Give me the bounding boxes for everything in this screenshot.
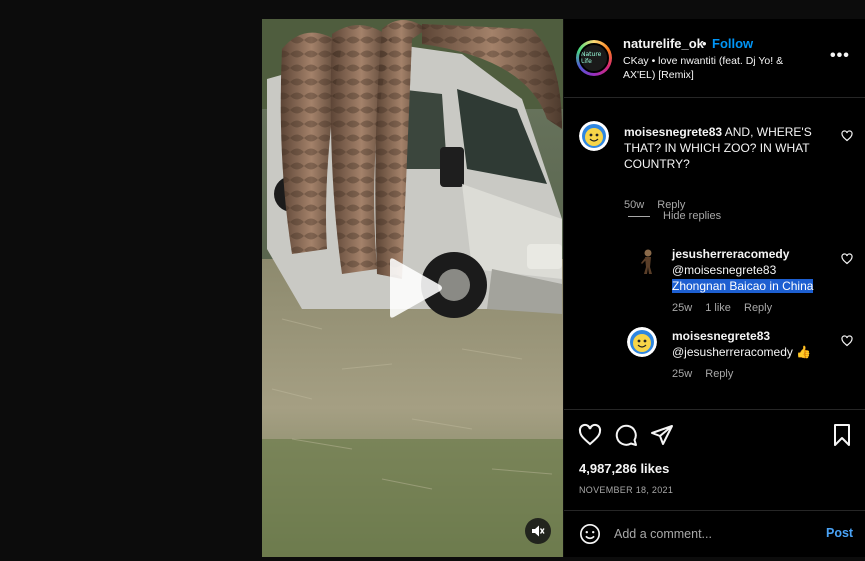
post-video[interactable] [262, 19, 563, 557]
emoji-picker-icon[interactable] [579, 523, 601, 545]
smiley-face-icon [627, 327, 657, 357]
add-comment-bar: Post [564, 510, 865, 557]
like-reply-heart-icon[interactable] [841, 335, 853, 347]
thumbs-up-emoji: 👍 [796, 345, 812, 359]
reply-username[interactable]: jesusherreracomedy [672, 246, 832, 262]
reply-text-selected: Zhongnan Baicao in China [672, 279, 814, 293]
post-date: NOVEMBER 18, 2021 [579, 485, 674, 495]
reply-mention[interactable]: @moisesnegrete83 [672, 262, 832, 278]
play-icon [390, 258, 442, 318]
audio-track[interactable]: CKay • love nwantiti (feat. Dj Yo! & AX'… [623, 54, 798, 82]
separator-dot: • [702, 36, 707, 51]
reply-avatar[interactable] [633, 245, 663, 275]
person-silhouette-icon [633, 245, 663, 275]
play-button[interactable] [384, 257, 444, 319]
author-avatar[interactable]: Nature Life [576, 40, 612, 76]
comments-list[interactable]: Reply moisesnegrete83 AND, WHERE'S THAT?… [564, 99, 865, 409]
more-options-icon[interactable]: ••• [830, 47, 850, 65]
avatar-logo-text: Nature Life [581, 51, 602, 65]
save-bookmark-icon[interactable] [830, 423, 854, 447]
like-heart-icon[interactable] [578, 423, 602, 447]
like-reply-heart-icon[interactable] [841, 253, 853, 265]
mute-button[interactable] [525, 518, 551, 544]
hide-replies-line [628, 216, 650, 217]
like-comment-heart-icon[interactable] [841, 130, 853, 142]
reply-button[interactable]: Reply [744, 302, 772, 314]
comment-bubble-icon[interactable] [614, 423, 638, 447]
share-paper-plane-icon[interactable] [650, 423, 674, 447]
reply-age: 25w [672, 368, 693, 380]
speaker-muted-icon [532, 525, 545, 537]
like-count[interactable]: 4,987,286 likes [579, 461, 669, 476]
reply-button[interactable]: Reply [705, 368, 733, 380]
smiley-face-icon [579, 121, 609, 151]
reply-body: moisesnegrete83 @jesusherreracomedy 👍 [672, 328, 842, 360]
post-actions: 4,987,286 likes NOVEMBER 18, 2021 [564, 409, 865, 509]
commenter-avatar[interactable] [579, 121, 609, 151]
reply-age: 25w [672, 302, 693, 314]
reply-mention[interactable]: @jesusherreracomedy [672, 345, 793, 359]
comment-username[interactable]: moisesnegrete83 [624, 125, 722, 139]
reply-meta: 25w 1 like Reply [672, 302, 782, 314]
hide-replies-button[interactable]: Hide replies [663, 210, 721, 222]
post-header: Nature Life naturelife_ok • Follow CKay … [564, 19, 865, 98]
author-avatar-image: Nature Life [579, 43, 609, 73]
author-username[interactable]: naturelife_ok [623, 36, 704, 51]
comment-input[interactable] [614, 524, 814, 544]
comment-age: 50w [624, 199, 645, 211]
reply-body: jesusherreracomedy @moisesnegrete83 Zhon… [672, 246, 832, 294]
reply-meta: 25w Reply [672, 368, 743, 380]
post-details-panel: Nature Life naturelife_ok • Follow CKay … [564, 19, 865, 557]
post-comment-button[interactable]: Post [826, 526, 853, 540]
comment-body: moisesnegrete83 AND, WHERE'S THAT? IN WH… [624, 124, 820, 172]
follow-button[interactable]: Follow [712, 36, 753, 51]
reply-username[interactable]: moisesnegrete83 [672, 328, 842, 344]
reply-avatar[interactable] [627, 327, 657, 357]
reply-likes[interactable]: 1 like [705, 302, 731, 314]
